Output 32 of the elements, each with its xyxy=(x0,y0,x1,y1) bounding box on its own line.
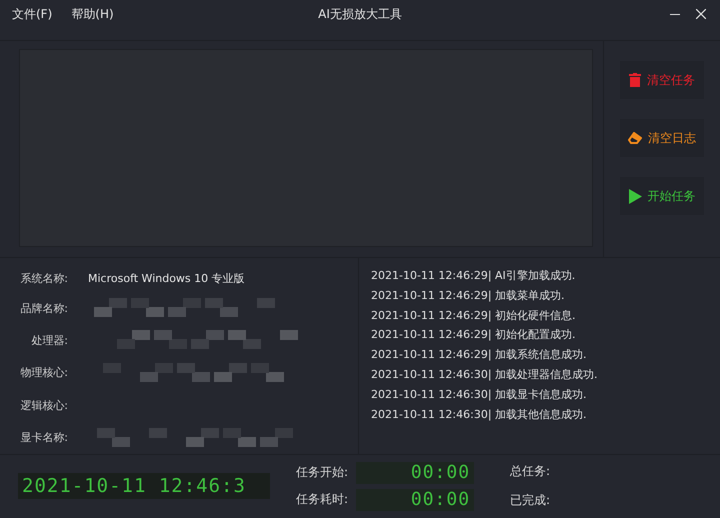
timer-display: 00:00 xyxy=(356,488,474,510)
log-entry: 2021-10-11 12:46:30| 加载显卡信息成功. xyxy=(371,386,588,403)
count-label: 已完成: xyxy=(510,492,550,509)
field-label: 品牌名称: xyxy=(19,300,68,316)
close-icon[interactable] xyxy=(696,9,706,19)
play-icon xyxy=(628,188,642,204)
action-button[interactable]: 清空任务 xyxy=(620,61,704,99)
timer-label: 任务耗时: xyxy=(296,491,348,508)
field-label: 系统名称: xyxy=(19,271,68,286)
menu-item[interactable]: 文件(F) xyxy=(12,6,52,22)
timer-label: 任务开始: xyxy=(296,464,348,481)
count-label: 总任务: xyxy=(510,463,550,480)
log-entry: 2021-10-11 12:46:29| 加载菜单成功. xyxy=(371,288,566,304)
window-title: AI无损放大工具 xyxy=(318,6,402,20)
timer-display: 00:00 xyxy=(356,462,474,484)
eraser-icon xyxy=(628,132,642,144)
action-button[interactable]: 开始任务 xyxy=(620,177,704,215)
field-label: 处理器: xyxy=(30,332,68,348)
field-value: Microsoft Windows 10 专业版 xyxy=(88,271,245,286)
field-label: 显卡名称: xyxy=(19,430,68,446)
field-label: 逻辑核心: xyxy=(19,398,68,413)
clock-display: 2021-10-11 12:46:3 xyxy=(18,473,270,499)
menu-item[interactable]: 帮助(H) xyxy=(71,6,114,22)
log-entry: 2021-10-11 12:46:30| 加载处理器信息成功. xyxy=(371,366,598,383)
action-button[interactable]: 清空日志 xyxy=(620,119,704,157)
log-entry: 2021-10-11 12:46:29| 初始化配置成功. xyxy=(371,327,577,344)
log-entry: 2021-10-11 12:46:29| AI引擎加载成功. xyxy=(371,268,576,284)
trash-icon xyxy=(629,73,641,87)
log-entry: 2021-10-11 12:46:30| 加载其他信息成功. xyxy=(371,406,588,423)
field-label: 物理核心: xyxy=(19,365,68,380)
log-entry: 2021-10-11 12:46:29| 初始化硬件信息. xyxy=(371,308,577,324)
log-entry: 2021-10-11 12:46:29| 加载系统信息成功. xyxy=(371,347,588,364)
